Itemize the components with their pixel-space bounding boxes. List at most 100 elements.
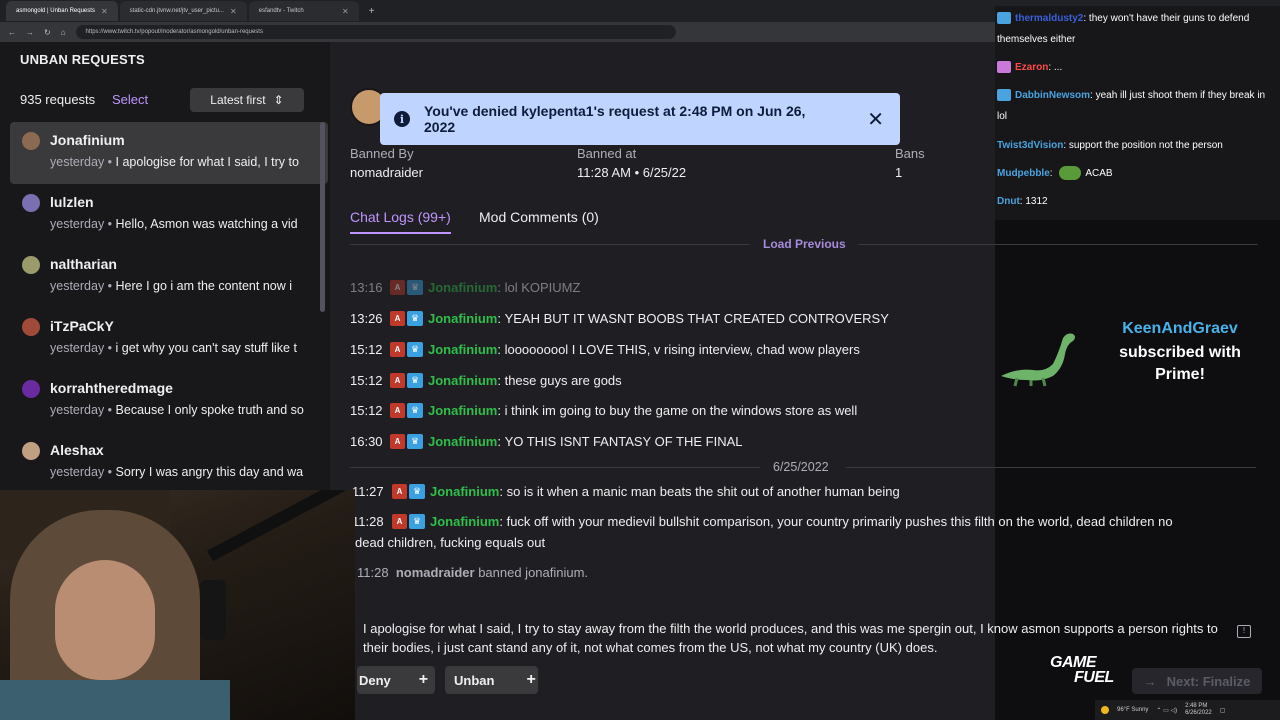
log-username[interactable]: Jonafinium	[428, 311, 497, 326]
divider	[858, 244, 1258, 245]
avatar	[22, 256, 40, 274]
dinosaur-alert-icon	[1001, 333, 1075, 387]
webcam-person-face	[55, 560, 155, 680]
moderator-name[interactable]: nomadraider	[396, 565, 475, 580]
report-icon[interactable]: !	[1237, 625, 1251, 638]
url-field[interactable]: https://www.twitch.tv/popout/moderator/a…	[75, 25, 676, 39]
select-button[interactable]: Select	[112, 92, 148, 107]
log-time: 11:27	[352, 484, 384, 499]
unban-button[interactable]: Unban +	[445, 666, 538, 694]
browser-tab-unban-requests[interactable]: asmongold | Unban Requests ✕	[6, 1, 118, 21]
microphone-icon	[200, 580, 226, 640]
log-username[interactable]: Jonafinium	[428, 373, 497, 388]
request-username: korrahtheredmage	[50, 380, 173, 396]
asmongold-badge-icon: A	[390, 403, 405, 418]
notification-icon[interactable]: ▢	[1220, 707, 1226, 714]
request-item[interactable]: naltharian yesterday • Here I go i am th…	[10, 246, 328, 308]
close-tab-icon[interactable]: ✕	[101, 7, 108, 16]
page-title: UNBAN REQUESTS	[20, 52, 145, 67]
log-username[interactable]: Jonafinium	[428, 434, 497, 449]
chat-text: ACAB	[1085, 168, 1113, 179]
request-item[interactable]: Aleshax yesterday • Sorry I was angry th…	[10, 432, 328, 494]
sidebar-scrollbar[interactable]	[320, 122, 325, 312]
logo-line: FUEL	[1074, 669, 1114, 686]
close-icon[interactable]: ✕	[867, 107, 884, 132]
log-username[interactable]: Jonafinium	[428, 342, 497, 357]
chat-username: DabbinNewsom	[1015, 90, 1091, 101]
avatar	[22, 380, 40, 398]
reload-icon[interactable]: ↻	[44, 28, 51, 37]
divider	[846, 467, 1256, 468]
deny-label: Deny	[359, 672, 391, 688]
crown-badge-icon: ♛	[407, 434, 423, 449]
taskbar-tray: 96°F Sunny ⌃ ▭ ◁) 2:48 PM 6/26/2022 ▢	[1095, 700, 1280, 720]
log-username[interactable]: Jonafinium	[430, 514, 499, 529]
webcam-overlay	[0, 490, 355, 720]
asmongold-badge-icon: A	[392, 514, 407, 529]
chat-username: thermaldusty2	[1015, 13, 1084, 24]
log-message: so is it when a manic man beats the shit…	[506, 484, 900, 499]
chat-username: Ezaron	[1015, 62, 1049, 73]
request-preview: yesterday • Because I only spoke truth a…	[50, 403, 304, 417]
sort-label: Latest first	[210, 93, 266, 107]
log-time: 13:16	[350, 280, 383, 295]
request-username: Jonafinium	[50, 132, 125, 148]
crown-badge-icon: ♛	[407, 373, 423, 388]
badge-icon	[997, 12, 1011, 25]
plus-icon: +	[526, 671, 536, 688]
request-item[interactable]: korrahtheredmage yesterday • Because I o…	[10, 370, 328, 432]
tab-mod-comments[interactable]: Mod Comments (0)	[479, 209, 599, 225]
stream-chat-message: Mudpebble: ACAB	[997, 166, 1113, 181]
clock: 2:48 PM 6/26/2022	[1185, 703, 1212, 717]
mod-action-text: banned jonafinium.	[478, 565, 589, 580]
home-icon[interactable]: ⌂	[61, 28, 66, 37]
log-message: YO THIS ISNT FANTASY OF THE FINAL	[504, 434, 743, 449]
log-username[interactable]: Jonafinium	[428, 280, 497, 295]
game-fuel-logo: GAME FUEL	[1050, 655, 1114, 686]
emote-icon	[1059, 166, 1082, 181]
log-username[interactable]: Jonafinium	[430, 484, 499, 499]
request-time: yesterday	[50, 403, 105, 417]
chat-log-line: 15:12 A ♛ Jonafinium: these guys are gods	[350, 373, 622, 388]
request-username: Aleshax	[50, 442, 104, 458]
close-tab-icon[interactable]: ✕	[342, 7, 349, 16]
avatar	[22, 194, 40, 212]
chat-log-line: 16:30 A ♛ Jonafinium: YO THIS ISNT FANTASY …	[350, 434, 743, 449]
deny-button[interactable]: Deny +	[357, 666, 435, 694]
chat-log-line: 11:27 A ♛ Jonafinium: so is it when a manic…	[352, 484, 900, 499]
browser-tab-static-cdn[interactable]: static-cdn.jtvnw.net/jtv_user_pictu... ✕	[119, 1, 247, 21]
weather-text: 96°F Sunny	[1117, 707, 1149, 713]
crown-badge-icon: ♛	[407, 311, 423, 326]
badge-icon	[997, 89, 1011, 102]
next-finalize-button[interactable]: → Next: Finalize	[1132, 668, 1262, 694]
request-username: lulzlen	[50, 194, 94, 210]
back-icon[interactable]: ←	[8, 28, 16, 37]
sun-icon	[1101, 706, 1109, 714]
avatar	[22, 132, 40, 150]
appeal-text: I apologise for what I said, I try to st…	[363, 621, 1218, 655]
chat-log-line: 13:26 A ♛ Jonafinium: YEAH BUT IT WASNT BOO…	[350, 311, 889, 326]
request-item[interactable]: Jonafinium yesterday • I apologise for w…	[10, 122, 328, 184]
request-item[interactable]: lulzlen yesterday • Hello, Asmon was wat…	[10, 184, 328, 246]
browser-tab-title: esfandtv - Twitch	[258, 8, 304, 14]
load-previous-button[interactable]: Load Previous	[763, 237, 846, 251]
tab-chat-logs[interactable]: Chat Logs (99+)	[350, 209, 451, 234]
asmongold-badge-icon: A	[390, 373, 405, 388]
close-tab-icon[interactable]: ✕	[230, 7, 237, 16]
stream-chat-message: Dnut: 1312	[997, 196, 1048, 207]
log-username[interactable]: Jonafinium	[428, 403, 497, 418]
sub-alert-text: subscribed with Prime!	[1119, 344, 1241, 383]
chat-username: Mudpebble	[997, 168, 1050, 179]
request-item[interactable]: iTzPaCkY yesterday • i get why you can't…	[10, 308, 328, 370]
browser-tab-esfandtv[interactable]: esfandtv - Twitch ✕	[248, 1, 359, 21]
sort-dropdown[interactable]: Latest first ⇕	[190, 88, 304, 112]
forward-icon[interactable]: →	[26, 28, 34, 37]
log-message: i think im going to buy the game on the …	[504, 403, 858, 418]
clock-date: 6/26/2022	[1185, 710, 1212, 716]
denied-toast: i You've denied kylepenta1's request at …	[380, 93, 900, 145]
next-label: Next: Finalize	[1166, 673, 1251, 689]
log-message: looooooool I LOVE THIS, v rising intervi…	[504, 342, 860, 357]
asmongold-badge-icon: A	[392, 484, 407, 499]
request-message: i get why you can't say stuff like t	[115, 341, 297, 355]
new-tab-icon[interactable]: +	[361, 6, 383, 17]
